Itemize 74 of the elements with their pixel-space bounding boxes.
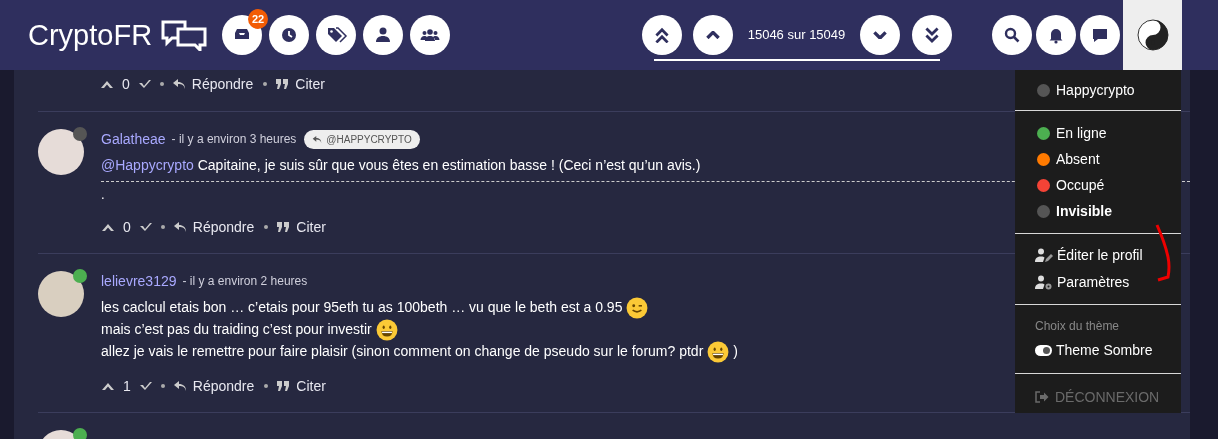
chevron-down-icon: [873, 30, 887, 40]
user-pencil-icon: [1035, 248, 1053, 263]
avatar-photo-placeholder: [38, 271, 84, 317]
grin-emoji-icon: [375, 319, 398, 342]
inbox-button[interactable]: [222, 15, 262, 55]
downvote-icon[interactable]: [137, 79, 152, 89]
users-button[interactable]: [410, 15, 450, 55]
vote-count: 0: [122, 74, 130, 94]
quote-icon: [276, 221, 291, 233]
post-time: - il y a environ 2 heures: [182, 273, 308, 290]
yin-yang-avatar-icon: [1136, 19, 1169, 51]
reply-button[interactable]: Répondre: [171, 73, 254, 95]
post-text: ): [733, 343, 738, 359]
reply-arrow-icon: [172, 380, 187, 392]
last-post-button[interactable]: [912, 15, 952, 55]
vote-count: 0: [123, 217, 131, 237]
status-option[interactable]: Invisible: [1015, 198, 1181, 224]
logo-text: CryptoFR: [28, 20, 153, 50]
chevron-down-icon: [925, 26, 939, 44]
avatar-photo-placeholder: [38, 129, 84, 175]
menu-section-label: Choix du thème: [1035, 319, 1120, 333]
post-text: allez je vais le remettre pour faire plaisir (sinon comment on change de pseudo sur le forum? ptdr: [101, 343, 704, 359]
status-option[interactable]: Absent: [1015, 146, 1181, 172]
previous-post-button[interactable]: [693, 15, 733, 55]
post-text: mais c’est pas du traiding c’est pour investir: [101, 321, 372, 337]
reply-to-tag[interactable]: @HAPPYCRYPTO: [304, 129, 420, 149]
downvote-icon[interactable]: [138, 222, 153, 232]
author-name[interactable]: lelievre3129: [101, 270, 177, 292]
menu-link[interactable]: Éditer le profil: [1015, 242, 1181, 269]
menu-link[interactable]: Paramètres: [1015, 269, 1181, 296]
notification-badge: 22: [248, 9, 268, 29]
signature-text: .: [101, 187, 105, 202]
toggle-switch-icon: [1035, 344, 1052, 356]
reply-arrow-icon: [312, 134, 323, 144]
theme-toggle[interactable]: Theme Sombre: [1015, 337, 1181, 363]
wink-emoji-icon: [626, 297, 649, 320]
chevron-up-icon: [655, 26, 669, 44]
first-post-button[interactable]: [642, 15, 682, 55]
hand-drawn-annotation-stroke: [1155, 223, 1173, 283]
tags-button[interactable]: [316, 15, 356, 55]
grin-emoji-icon: [707, 341, 730, 364]
reply-button[interactable]: Répondre: [172, 375, 255, 397]
user-mention[interactable]: @Happycrypto: [101, 157, 194, 173]
next-post-button[interactable]: [860, 15, 900, 55]
user-button[interactable]: [363, 15, 403, 55]
post-text: les caclcul etais bon … c’etais pour 95eth tu as 100beth … vu que le beth est a 0.95: [101, 299, 623, 315]
quote-button[interactable]: Citer: [276, 216, 326, 238]
menu-username: Happycrypto: [1056, 80, 1135, 100]
upvote-icon[interactable]: [101, 381, 115, 391]
chevron-up-icon: [706, 30, 720, 40]
profile-button[interactable]: [1123, 0, 1182, 70]
post-counter: 15046 sur 15049: [746, 26, 847, 45]
upvote-icon[interactable]: [101, 222, 115, 232]
bell-button[interactable]: [1036, 15, 1076, 55]
quote-icon: [276, 380, 291, 392]
search-button[interactable]: [992, 15, 1032, 55]
post-text: Capitaine, je suis sûr que vous êtes en estimation basse ! (Ceci n’est qu’un avis.): [197, 157, 701, 173]
upvote-icon[interactable]: [100, 79, 114, 89]
quote-icon: [275, 78, 290, 90]
chat-button[interactable]: [1080, 15, 1120, 55]
clock-button[interactable]: [269, 15, 309, 55]
quote-button[interactable]: Citer: [275, 73, 325, 95]
quote-button[interactable]: Citer: [276, 375, 326, 397]
status-option[interactable]: Occupé: [1015, 172, 1181, 198]
post-time: - il y a environ 3 heures: [171, 131, 297, 148]
downvote-icon[interactable]: [138, 381, 153, 391]
sign-out-icon: [1035, 391, 1049, 403]
reply-button[interactable]: Répondre: [172, 216, 255, 238]
reply-arrow-icon: [172, 221, 187, 233]
status-option[interactable]: En ligne: [1015, 120, 1181, 146]
author-name[interactable]: Galatheae: [101, 128, 166, 150]
user-gear-icon: [1035, 275, 1053, 290]
vote-count: 1: [123, 376, 131, 396]
reply-arrow-icon: [171, 78, 186, 90]
